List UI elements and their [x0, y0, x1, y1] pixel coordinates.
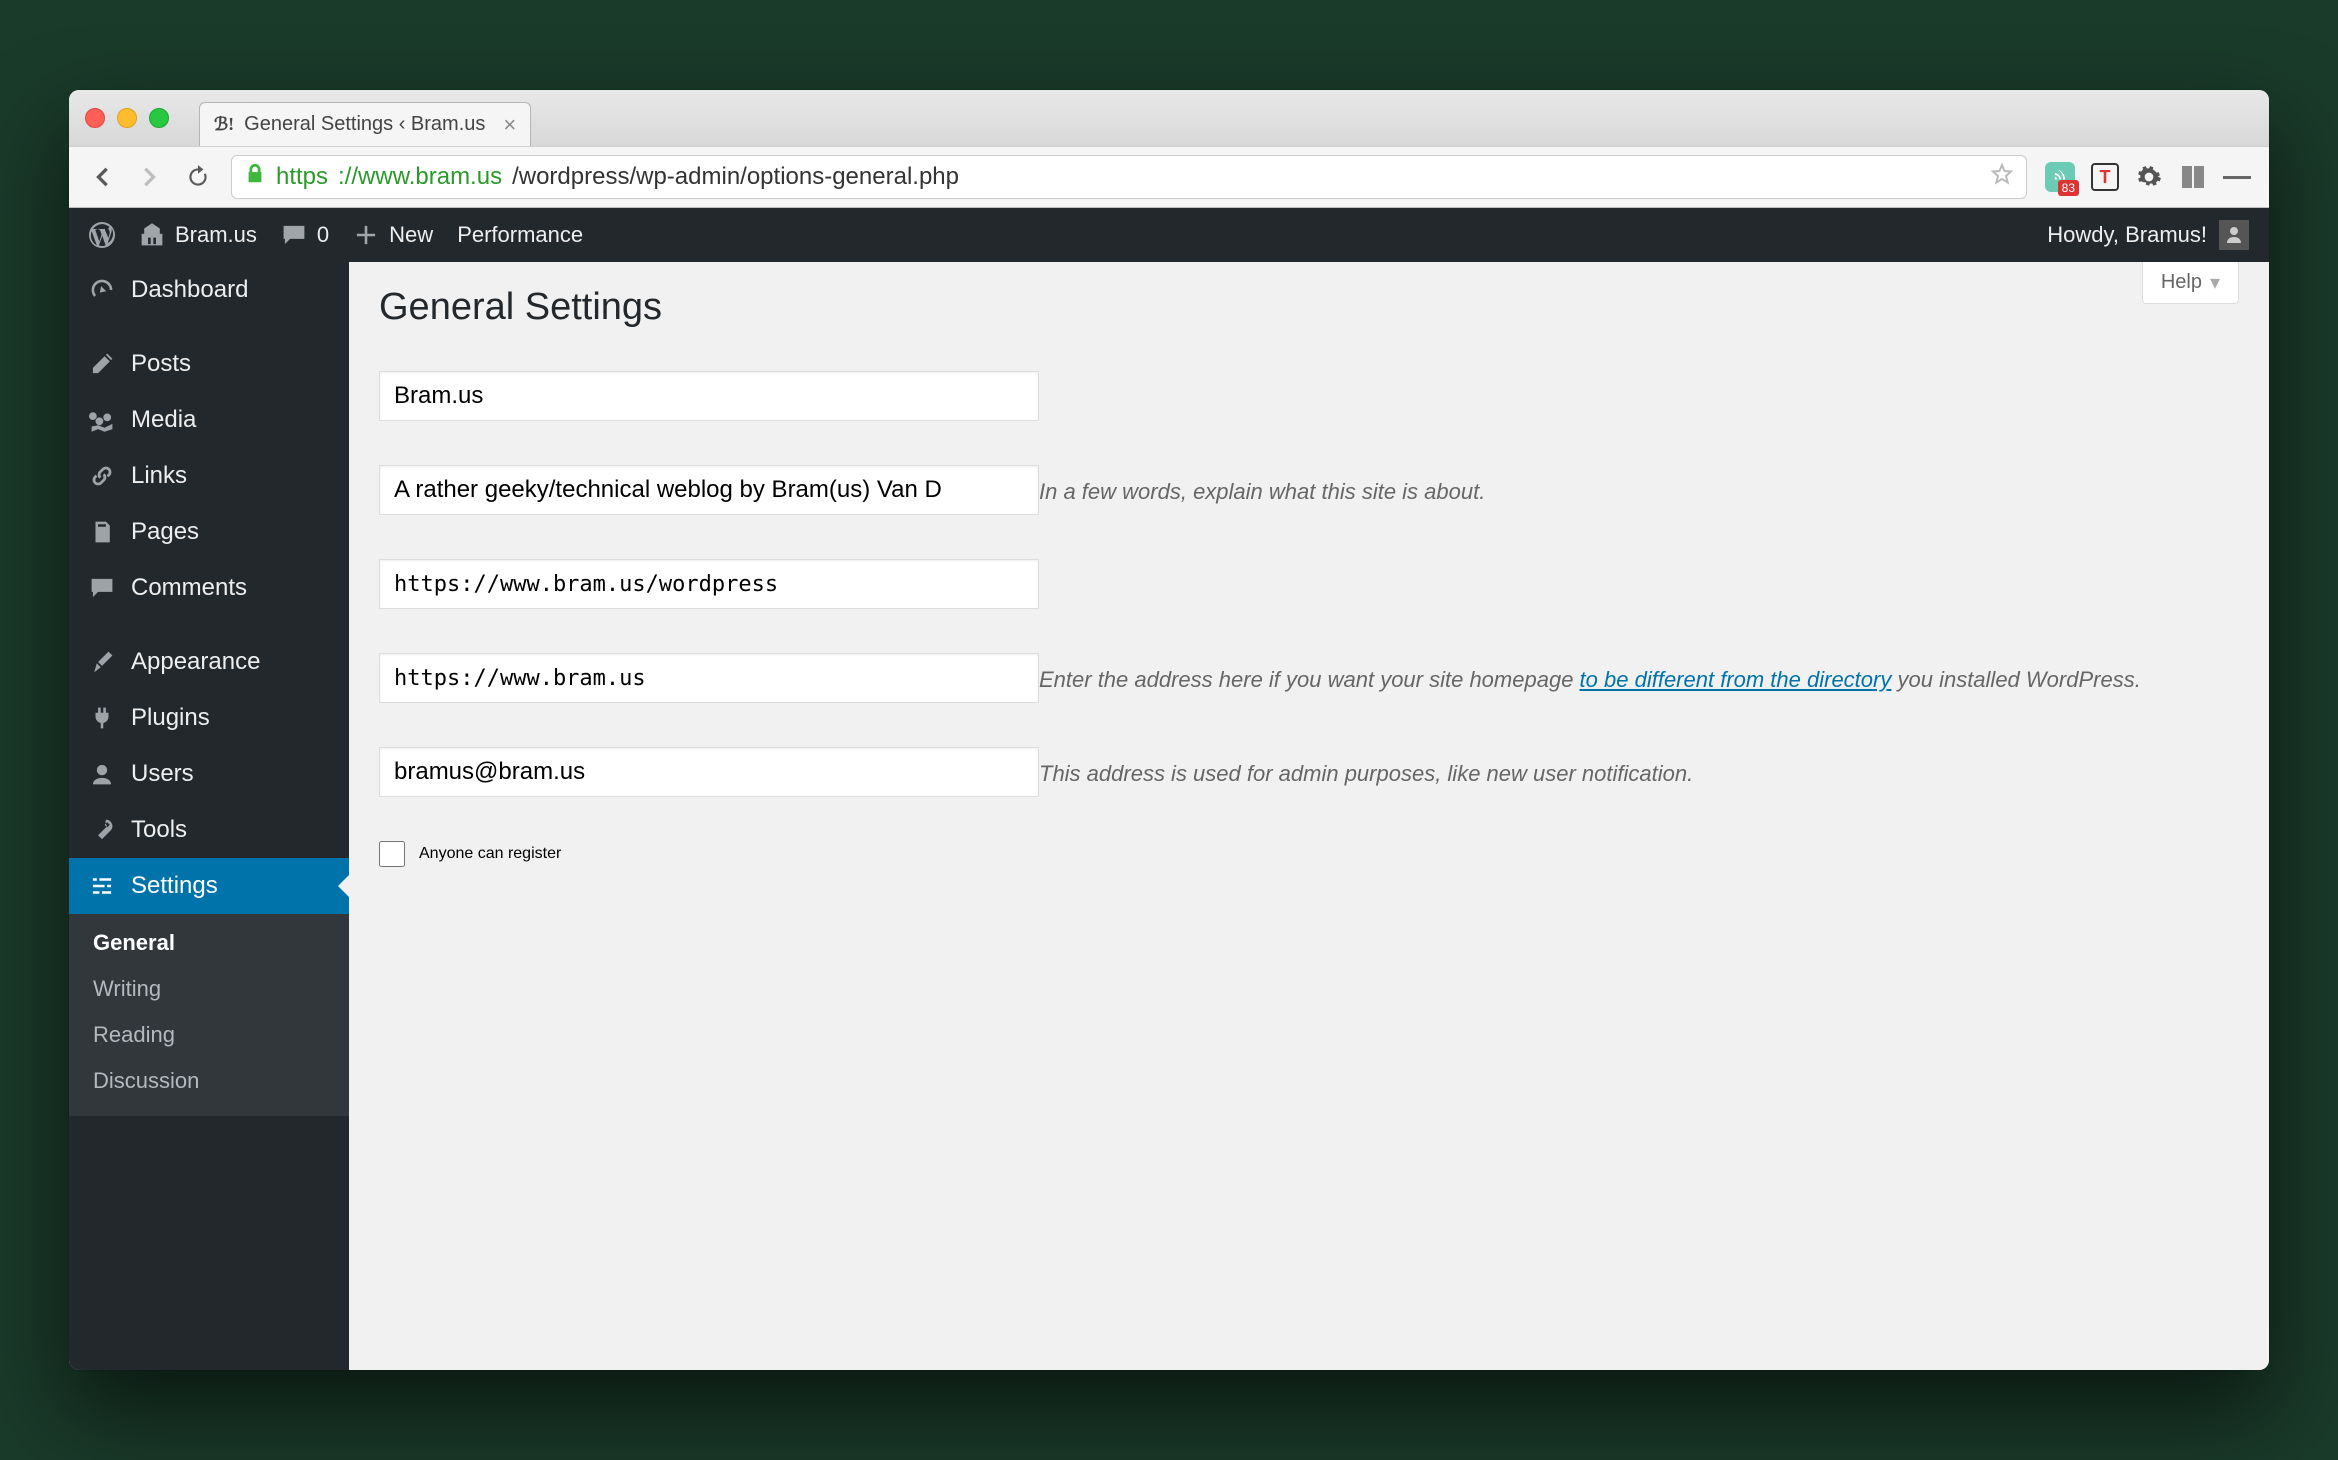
menu-label: Plugins: [131, 704, 210, 732]
avatar-icon: [2219, 220, 2249, 250]
address-bar[interactable]: https ://www.bram.us/wordpress/wp-admin/o…: [231, 155, 2027, 199]
performance-menu[interactable]: Performance: [457, 222, 583, 248]
menu-label: Dashboard: [131, 276, 248, 304]
checkbox-anyone-register[interactable]: [379, 841, 405, 867]
submenu-discussion[interactable]: Discussion: [69, 1058, 349, 1104]
help-tab[interactable]: Help ▾: [2142, 262, 2239, 304]
row-wp-url: [379, 537, 2239, 631]
new-label: New: [389, 222, 433, 248]
wp-logo-menu[interactable]: [89, 222, 115, 248]
extension-columns-icon[interactable]: [2179, 163, 2207, 191]
submenu-settings: General Writing Reading Discussion: [69, 914, 349, 1116]
lock-icon: [244, 163, 266, 192]
menu-label: Posts: [131, 350, 191, 378]
menu-comments[interactable]: Comments: [69, 560, 349, 616]
close-tab-icon[interactable]: ×: [503, 112, 516, 138]
forward-button[interactable]: [135, 162, 165, 192]
menu-tools[interactable]: Tools: [69, 802, 349, 858]
browser-tab[interactable]: ℬ! General Settings ‹ Bram.us ×: [199, 102, 531, 146]
row-site-url: Enter the address here if you want your …: [379, 631, 2239, 725]
chrome-tab-strip: ℬ! General Settings ‹ Bram.us ×: [69, 90, 2269, 146]
extension-icons: T: [2045, 162, 2251, 192]
menu-label: Appearance: [131, 648, 260, 676]
link-different-directory[interactable]: to be different from the directory: [1580, 667, 1892, 692]
row-site-title: [379, 349, 2239, 443]
settings-form: In a few words, explain what this site i…: [379, 349, 2239, 889]
row-tagline: In a few words, explain what this site i…: [379, 443, 2239, 537]
menu-label: Settings: [131, 872, 218, 900]
membership-checkbox-label[interactable]: Anyone can register: [379, 841, 561, 867]
url-scheme: https: [276, 163, 328, 191]
back-button[interactable]: [87, 162, 117, 192]
chrome-menu-icon[interactable]: [2223, 163, 2251, 191]
comments-count: 0: [317, 222, 329, 248]
wp-body: Dashboard Posts Media Links Pages: [69, 262, 2269, 1370]
user-account-menu[interactable]: Howdy, Bramus!: [2047, 220, 2249, 250]
url-host: ://www.bram.us: [338, 163, 502, 191]
minimize-window-button[interactable]: [117, 108, 137, 128]
menu-settings[interactable]: Settings: [69, 858, 349, 914]
row-email: This address is used for admin purposes,…: [379, 725, 2239, 819]
menu-users[interactable]: Users: [69, 746, 349, 802]
menu-pages[interactable]: Pages: [69, 504, 349, 560]
menu-label: Links: [131, 462, 187, 490]
page-title: General Settings: [379, 262, 2239, 349]
menu-media[interactable]: Media: [69, 392, 349, 448]
input-wp-url[interactable]: [379, 559, 1039, 609]
admin-sidebar: Dashboard Posts Media Links Pages: [69, 262, 349, 1370]
reload-button[interactable]: [183, 162, 213, 192]
menu-dashboard[interactable]: Dashboard: [69, 262, 349, 318]
checkbox-label-text: Anyone can register: [419, 845, 561, 863]
content-area: Help ▾ General Settings In a few w: [349, 262, 2269, 1370]
input-tagline[interactable]: [379, 465, 1039, 515]
window-controls: [85, 108, 169, 128]
maximize-window-button[interactable]: [149, 108, 169, 128]
favicon-icon: ℬ!: [214, 114, 234, 135]
extension-feedly-icon[interactable]: [2045, 162, 2075, 192]
desc-text: you installed WordPress.: [1891, 667, 2140, 692]
chrome-toolbar: https ://www.bram.us/wordpress/wp-admin/o…: [69, 146, 2269, 208]
site-name-menu[interactable]: Bram.us: [139, 222, 257, 248]
new-content-menu[interactable]: New: [353, 222, 433, 248]
row-membership: Anyone can register: [379, 819, 2239, 889]
tab-title: General Settings ‹ Bram.us: [244, 113, 485, 136]
bookmark-star-icon[interactable]: [1990, 162, 2014, 193]
menu-appearance[interactable]: Appearance: [69, 634, 349, 690]
browser-window: ℬ! General Settings ‹ Bram.us × https ://…: [69, 90, 2269, 1370]
submenu-general[interactable]: General: [69, 920, 349, 966]
desc-site-url: Enter the address here if you want your …: [1039, 663, 2141, 703]
wp-admin-bar: Bram.us 0 New Performance Howdy, Bramus!: [69, 208, 2269, 262]
comments-menu[interactable]: 0: [281, 222, 329, 248]
howdy-text: Howdy, Bramus!: [2047, 222, 2207, 248]
input-email[interactable]: [379, 747, 1039, 797]
url-path: /wordpress/wp-admin/options-general.php: [512, 163, 959, 191]
menu-plugins[interactable]: Plugins: [69, 690, 349, 746]
submenu-reading[interactable]: Reading: [69, 1012, 349, 1058]
menu-label: Users: [131, 760, 194, 788]
settings-gear-icon[interactable]: [2135, 163, 2163, 191]
menu-posts[interactable]: Posts: [69, 336, 349, 392]
submenu-writing[interactable]: Writing: [69, 966, 349, 1012]
menu-label: Tools: [131, 816, 187, 844]
wp-admin-root: Bram.us 0 New Performance Howdy, Bramus!: [69, 208, 2269, 1370]
desc-text: Enter the address here if you want your …: [1039, 667, 1580, 692]
menu-label: Pages: [131, 518, 199, 546]
desc-email: This address is used for admin purposes,…: [1039, 757, 1693, 797]
close-window-button[interactable]: [85, 108, 105, 128]
chevron-down-icon: ▾: [2210, 270, 2220, 295]
menu-label: Comments: [131, 574, 247, 602]
help-label: Help: [2161, 271, 2202, 294]
input-site-title[interactable]: [379, 371, 1039, 421]
site-name-label: Bram.us: [175, 222, 257, 248]
extension-t-icon[interactable]: T: [2091, 163, 2119, 191]
screen-meta: Help ▾: [2142, 262, 2239, 304]
menu-label: Media: [131, 406, 196, 434]
menu-links[interactable]: Links: [69, 448, 349, 504]
input-site-url[interactable]: [379, 653, 1039, 703]
performance-label: Performance: [457, 222, 583, 248]
desc-tagline: In a few words, explain what this site i…: [1039, 475, 1485, 515]
